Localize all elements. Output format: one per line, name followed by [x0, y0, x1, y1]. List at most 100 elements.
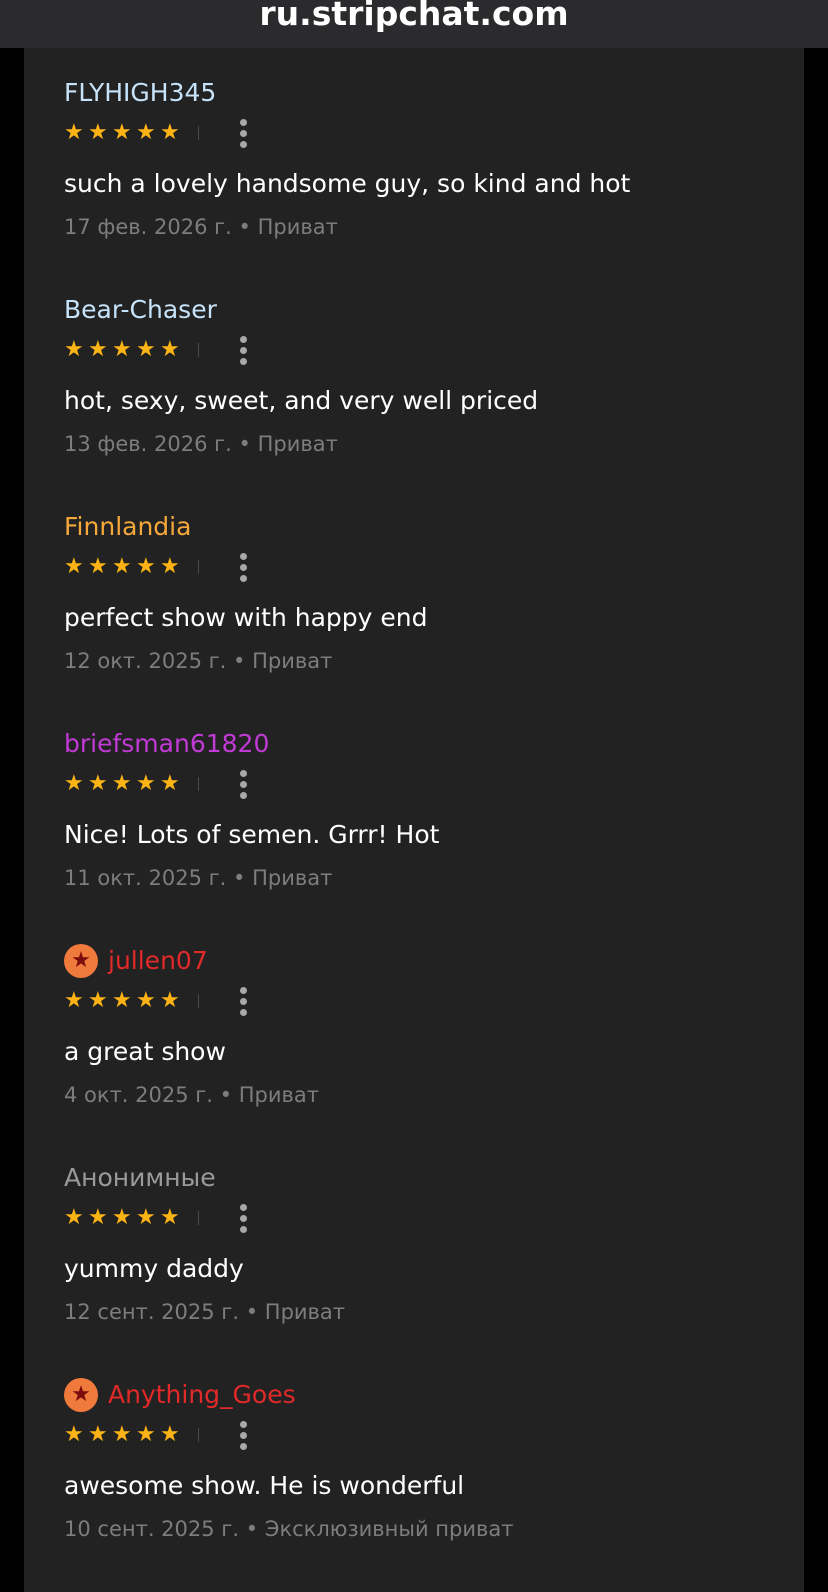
review-date: 13 фев. 2026 г. [64, 432, 232, 456]
review-meta: 12 окт. 2025 г. • Приват [64, 646, 332, 676]
more-options-icon[interactable] [228, 981, 258, 1021]
star-icon: ★ [112, 1205, 132, 1230]
rating-divider [198, 126, 199, 140]
star-icon: ★ [64, 988, 84, 1013]
star-icon: ★ [64, 1422, 84, 1447]
rating-stars: ★ ★ ★ ★ ★ [64, 1424, 183, 1446]
star-icon: ★ [160, 120, 180, 145]
review-username[interactable]: Анонимные [64, 1161, 216, 1195]
menu-dot [239, 780, 247, 788]
star-icon: ★ [136, 771, 156, 796]
review-username-row[interactable]: Finnlandia [64, 510, 191, 544]
review-show-type: Приват [252, 649, 333, 673]
star-icon: ★ [64, 771, 84, 796]
review-comment: perfect show with happy end [64, 603, 428, 632]
review-comment: awesome show. He is wonderful [64, 1471, 465, 1500]
review-show-type: Приват [264, 1300, 346, 1324]
review-date: 12 окт. 2025 г. [64, 649, 227, 673]
menu-dot [239, 574, 247, 582]
star-icon: ★ [88, 120, 108, 145]
review-username[interactable]: FLYHIGH345 [64, 76, 216, 110]
menu-dot [239, 1420, 247, 1428]
star-icon: ★ [112, 988, 132, 1013]
star-icon: ★ [64, 337, 84, 362]
review-item: FLYHIGH345 ★ ★ ★ ★ ★ such a lovely handsome gu… [64, 76, 784, 276]
review-item: Анонимные ★ ★ ★ ★ ★ yummy daddy 12 сент. 2025 г… [64, 1161, 784, 1361]
rating-stars: ★ ★ ★ ★ ★ [64, 773, 183, 795]
review-username[interactable]: Bear-Chaser [64, 293, 217, 327]
menu-dot [239, 140, 247, 148]
rating-divider [198, 343, 199, 357]
rating-divider [198, 1428, 199, 1442]
more-options-icon[interactable] [228, 113, 258, 153]
rating-stars: ★ ★ ★ ★ ★ [64, 990, 183, 1012]
more-options-icon[interactable] [228, 547, 258, 587]
review-username-row[interactable]: ★ Anything_Goes [64, 1378, 296, 1412]
more-options-icon[interactable] [228, 764, 258, 804]
meta-separator: • [245, 1517, 259, 1541]
rating-stars: ★ ★ ★ ★ ★ [64, 1207, 183, 1229]
menu-dot [239, 997, 247, 1005]
review-username-row[interactable]: briefsman61820 [64, 727, 269, 761]
star-icon: ★ [160, 554, 180, 579]
menu-dot [239, 118, 247, 126]
review-username[interactable]: briefsman61820 [64, 727, 269, 761]
review-username[interactable]: jullen07 [108, 944, 208, 978]
rating-divider [198, 1211, 199, 1225]
review-show-type: Приват [257, 215, 338, 239]
star-icon: ★ [112, 120, 132, 145]
menu-dot [239, 1203, 247, 1211]
more-options-icon[interactable] [228, 1415, 258, 1455]
more-options-icon[interactable] [228, 330, 258, 370]
review-item: Bear-Chaser ★ ★ ★ ★ ★ hot, sexy, sweet, and ve… [64, 293, 784, 493]
review-item: briefsman61820 ★ ★ ★ ★ ★ Nice! Lots of semen. … [64, 727, 784, 927]
review-item: ★ Anything_Goes ★ ★ ★ ★ ★ awesome show. He is w… [64, 1378, 784, 1578]
meta-separator: • [233, 866, 246, 890]
browser-address-bar[interactable]: ru.stripchat.com [0, 0, 828, 48]
menu-dot [239, 986, 247, 994]
review-username-row[interactable]: FLYHIGH345 [64, 76, 216, 110]
review-comment: yummy daddy [64, 1254, 244, 1283]
rating-divider [198, 777, 199, 791]
star-badge-icon: ★ [64, 1378, 98, 1412]
meta-separator: • [219, 1083, 233, 1107]
review-item: ★ jullen07 ★ ★ ★ ★ ★ a great show 4 окт. 2025 г.… [64, 944, 784, 1144]
star-icon: ★ [160, 771, 180, 796]
star-icon: ★ [64, 1205, 84, 1230]
review-username[interactable]: Finnlandia [64, 510, 191, 544]
review-username-row[interactable]: ★ jullen07 [64, 944, 208, 978]
star-icon: ★ [88, 554, 108, 579]
star-icon: ★ [112, 1422, 132, 1447]
rating-divider [198, 994, 199, 1008]
menu-dot [239, 563, 247, 571]
review-show-type: Приват [238, 1083, 319, 1107]
star-icon: ★ [160, 988, 180, 1013]
review-username-row[interactable]: Анонимные [64, 1161, 216, 1195]
menu-dot [239, 791, 247, 799]
review-show-type: Приват [252, 866, 333, 890]
review-username[interactable]: Anything_Goes [108, 1378, 296, 1412]
review-username-row[interactable]: Bear-Chaser [64, 293, 217, 327]
menu-dot [239, 129, 247, 137]
review-date: 11 окт. 2025 г. [64, 866, 227, 890]
review-comment: a great show [64, 1037, 226, 1066]
menu-dot [239, 1214, 247, 1222]
star-icon: ★ [112, 554, 132, 579]
meta-separator: • [233, 649, 246, 673]
review-show-type: Приват [257, 432, 338, 456]
more-options-icon[interactable] [228, 1198, 258, 1238]
menu-dot [239, 346, 247, 354]
reviews-panel: FLYHIGH345 ★ ★ ★ ★ ★ such a lovely handsome gu… [24, 48, 804, 1592]
review-meta: 17 фев. 2026 г. • Приват [64, 212, 338, 242]
star-icon: ★ [136, 554, 156, 579]
review-date: 4 окт. 2025 г. [64, 1083, 213, 1107]
meta-separator: • [238, 432, 251, 456]
star-badge-icon: ★ [64, 944, 98, 978]
menu-dot [239, 1225, 247, 1233]
star-icon: ★ [88, 1422, 108, 1447]
meta-separator: • [245, 1300, 259, 1324]
review-show-type: Эксклюзивный приват [264, 1517, 514, 1541]
review-comment: hot, sexy, sweet, and very well priced [64, 386, 539, 415]
review-meta: 4 окт. 2025 г. • Приват [64, 1080, 319, 1110]
menu-dot [239, 335, 247, 343]
